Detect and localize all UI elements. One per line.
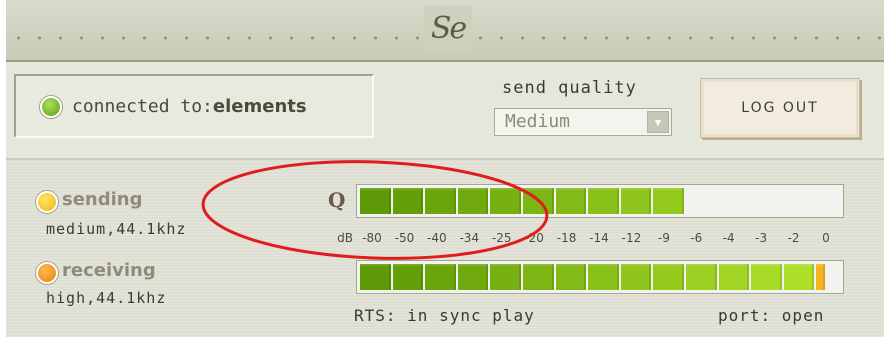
- db-tick-label: -40: [427, 231, 447, 245]
- sending-label: sending: [62, 189, 143, 210]
- db-tick-label: -6: [690, 231, 703, 245]
- sending-meter-segment: [360, 188, 391, 214]
- sending-meter-segment: [620, 188, 652, 214]
- db-tick-label: -2: [787, 231, 800, 245]
- connection-name: elements: [212, 96, 307, 117]
- receiving-meter-segment: [457, 264, 489, 290]
- receiving-meter-segment: [751, 264, 782, 290]
- db-tick-label: -34: [459, 231, 480, 245]
- sending-meter-segment: [425, 188, 456, 214]
- receiving-detail: high,44.1khz: [46, 289, 167, 307]
- quality-q-icon: Q: [328, 188, 346, 212]
- sending-meter-segment: [523, 188, 554, 214]
- connected-indicator-icon: [40, 96, 62, 118]
- connection-status-box: connected to:elements: [14, 74, 374, 138]
- meters-panel: sending medium,44.1khz Q dB -80 -50 -40 -34…: [6, 160, 884, 337]
- receiving-indicator-icon: [36, 262, 58, 284]
- db-tick-label: -80: [362, 231, 382, 245]
- receiving-label: receiving: [62, 260, 156, 281]
- receiving-meter-segment: [653, 264, 684, 290]
- send-quality-value: Medium: [505, 111, 571, 132]
- connection-panel: connected to:elements send quality Mediu…: [6, 62, 884, 160]
- sending-level-meter: [356, 184, 844, 218]
- chevron-down-icon[interactable]: ▼: [647, 111, 669, 133]
- receiving-meter-segment: [588, 264, 619, 290]
- db-tick-label: 0: [822, 231, 830, 245]
- receiving-meter-segment: [686, 264, 717, 290]
- receiving-meter-segment: [555, 264, 587, 290]
- receiving-meter-segment: [783, 264, 815, 290]
- db-tick-label: -50: [394, 231, 415, 245]
- db-unit-label: dB: [337, 231, 353, 245]
- connection-prefix: connected to:: [72, 96, 213, 117]
- sending-meter-segment: [588, 188, 619, 214]
- db-tick-label: -25: [491, 231, 512, 245]
- panel-frame: Se connected to:elements send quality Me…: [6, 0, 884, 337]
- receiving-meter-segment: [523, 264, 554, 290]
- db-tick-label: -12: [621, 231, 642, 245]
- receiving-level-meter: [356, 260, 844, 294]
- db-tick-label: -9: [657, 231, 670, 245]
- sending-meter-segment: [457, 188, 489, 214]
- sending-meter-segment: [392, 188, 424, 214]
- db-tick-label: -18: [556, 231, 577, 245]
- port-status: port: open: [718, 306, 825, 325]
- connection-status-text: connected to:elements: [72, 96, 307, 117]
- receiving-meter-segment: [360, 264, 391, 290]
- rts-status: RTS: in sync play: [354, 306, 535, 325]
- db-tick-label: -20: [524, 231, 544, 245]
- sending-indicator-icon: [36, 191, 58, 213]
- sending-meter-segment: [490, 188, 521, 214]
- app-window: Se connected to:elements send quality Me…: [0, 0, 888, 337]
- send-quality-label: send quality: [502, 78, 637, 98]
- title-bar: Se: [6, 0, 884, 62]
- send-quality-select[interactable]: Medium ▼: [494, 108, 672, 136]
- receiving-meter-segment: [620, 264, 652, 290]
- db-tick-label: -4: [722, 231, 735, 245]
- receiving-meter-segment: [718, 264, 750, 290]
- receiving-meter-segment: [392, 264, 424, 290]
- db-scale: dB -80 -50 -40 -34 -25 -20 -18 -14 -12 -9 -6 -4 -3 -2…: [6, 231, 884, 249]
- receiving-meter-segment: [425, 264, 456, 290]
- sending-meter-segment: [653, 188, 684, 214]
- logout-button[interactable]: LOG OUT: [700, 78, 860, 138]
- sending-meter-segment: [555, 188, 587, 214]
- receiving-meter-segment: [490, 264, 521, 290]
- db-tick-label: -14: [589, 231, 609, 245]
- receiving-meter-peak-indicator: [816, 264, 826, 290]
- app-logo: Se: [424, 6, 472, 50]
- db-tick-label: -3: [755, 231, 768, 245]
